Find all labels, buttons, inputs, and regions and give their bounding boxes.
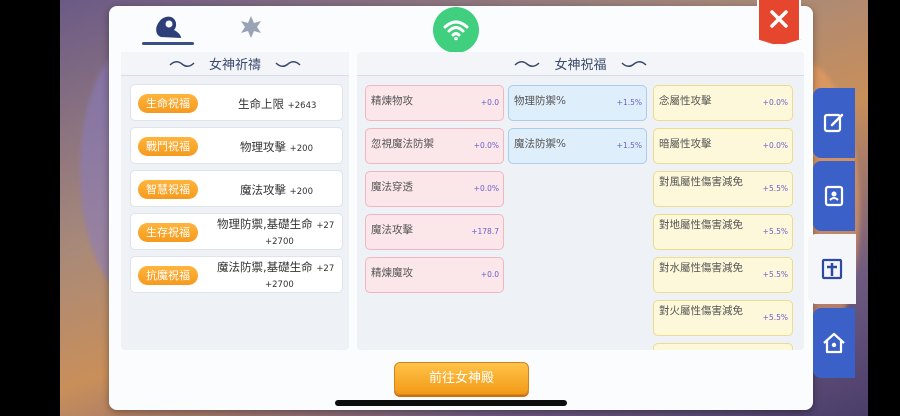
blessing-stat-card: 魔法防禦% +1.5% [508,128,647,164]
prayer-stat: 魔法攻擊 [240,183,286,197]
prayer-stat: 生命上限 [238,97,284,111]
blessing-header: 女神祝福 [357,52,804,76]
prayer-row: 生命祝福 生命上限 +2643 [130,84,343,121]
blessing-stat-card: 忽視魔法防禦 +0.0% [365,128,504,164]
stat-label: 魔法攻擊 [371,224,413,236]
wave-ornament-icon [169,60,195,67]
blessing-stat-card-partial [653,343,793,350]
stat-value: +5.5% [762,227,788,236]
close-button[interactable] [757,0,801,46]
prayer-stat: 物理攻擊 [240,140,286,154]
blessing-stat-card: 精煉魔攻 +0.0 [365,257,504,293]
edit-icon [823,113,844,133]
stat-value: +178.7 [471,227,499,236]
tab-emblem[interactable] [231,11,271,43]
prayer-stat: 魔法防禦,基礎生命 [217,260,313,274]
stat-label: 魔法防禦% [514,138,566,150]
blessing-stat-card: 對地屬性傷害減免 +5.5% [653,214,793,250]
prayer-row: 生存祝福 物理防禦,基礎生命 +27 +2700 [130,213,343,250]
stat-label: 精煉物攻 [371,95,413,107]
stat-value: +1.5% [616,98,642,107]
prayer-value-2: +2700 [265,280,294,290]
prayer-row: 抗魔祝福 魔法防禦,基礎生命 +27 +2700 [130,256,343,293]
close-icon [770,10,788,28]
blessing-stat-card: 精煉物攻 +0.0 [365,85,504,121]
blessing-stat-card: 物理防禦% +1.5% [508,85,647,121]
blessing-tag: 生存祝福 [138,223,198,242]
prayer-row: 智慧祝福 魔法攻擊 +200 [130,170,343,207]
home-icon [823,332,845,354]
side-tab-goddess[interactable] [808,234,856,304]
side-tab-home[interactable] [813,308,855,378]
stat-label: 魔法穿透 [371,181,413,193]
prayer-header: 女神祈禱 [121,52,349,76]
side-tab-card[interactable] [813,161,855,231]
prayer-value-2: +2700 [265,237,294,247]
blessing-title: 女神祝福 [554,58,607,73]
blessing-stat-card: 魔法攻擊 +178.7 [365,214,504,250]
stat-value: +0.0 [480,98,499,107]
tab-goddess[interactable] [142,11,194,45]
prayer-value: +200 [289,187,314,197]
stat-value: +5.5% [762,313,788,322]
blessing-tag: 抗魔祝福 [138,266,198,285]
stat-label: 對風屬性傷害減免 [659,176,743,188]
blessing-stat-card: 魔法穿透 +0.0% [365,171,504,207]
stat-value: +1.5% [616,141,642,150]
stat-value: +0.0% [473,184,499,193]
stat-value: +0.0% [473,141,499,150]
stat-value: +0.0% [762,98,788,107]
blessing-tag: 生命祝福 [138,94,198,113]
blessing-stat-card: 對水屬性傷害減免 +5.5% [653,257,793,293]
contact-card-icon [824,185,844,207]
goddess-icon [156,16,181,38]
blessing-stat-card: 暗屬性攻擊 +0.0% [653,128,793,164]
stat-value: +5.5% [762,270,788,279]
home-indicator [335,400,567,406]
blessing-stat-card: 念屬性攻擊 +0.0% [653,85,793,121]
stat-label: 念屬性攻擊 [659,95,712,107]
prayer-stat: 物理防禦,基礎生命 [217,217,313,231]
blessing-tag: 智慧祝福 [138,180,198,199]
prayer-value: +27 [316,264,335,274]
stat-value: +0.0 [480,270,499,279]
stat-value: +0.0% [762,141,788,150]
cross-icon [821,258,843,280]
blessing-stat-card: 對火屬性傷害減免 +5.5% [653,300,793,336]
stat-label: 精煉魔攻 [371,267,413,279]
stat-label: 對水屬性傷害減免 [659,262,743,274]
prayer-value: +200 [289,144,314,154]
wifi-icon [433,7,479,53]
stat-label: 對地屬性傷害減免 [659,219,743,231]
prayer-row: 戰鬥祝福 物理攻擊 +200 [130,127,343,164]
emblem-icon [241,16,261,38]
wave-ornament-icon [514,60,541,67]
stat-label: 暗屬性攻擊 [659,138,712,150]
stat-label: 物理防禦% [514,95,566,107]
prayer-value: +27 [316,221,335,231]
prayer-value: +2643 [287,101,317,111]
prayer-title: 女神祈禱 [208,58,261,73]
stat-label: 對火屬性傷害減免 [659,305,743,317]
goto-goddess-temple-button[interactable]: 前往女神殿 [394,362,529,395]
wave-ornament-icon [275,60,301,67]
blessing-stat-card: 對風屬性傷害減免 +5.5% [653,171,793,207]
side-tab-edit[interactable] [813,88,855,158]
wave-ornament-icon [620,60,647,67]
stat-label: 忽視魔法防禦 [371,138,434,150]
stat-value: +5.5% [762,184,788,193]
blessing-tag: 戰鬥祝福 [138,137,198,156]
